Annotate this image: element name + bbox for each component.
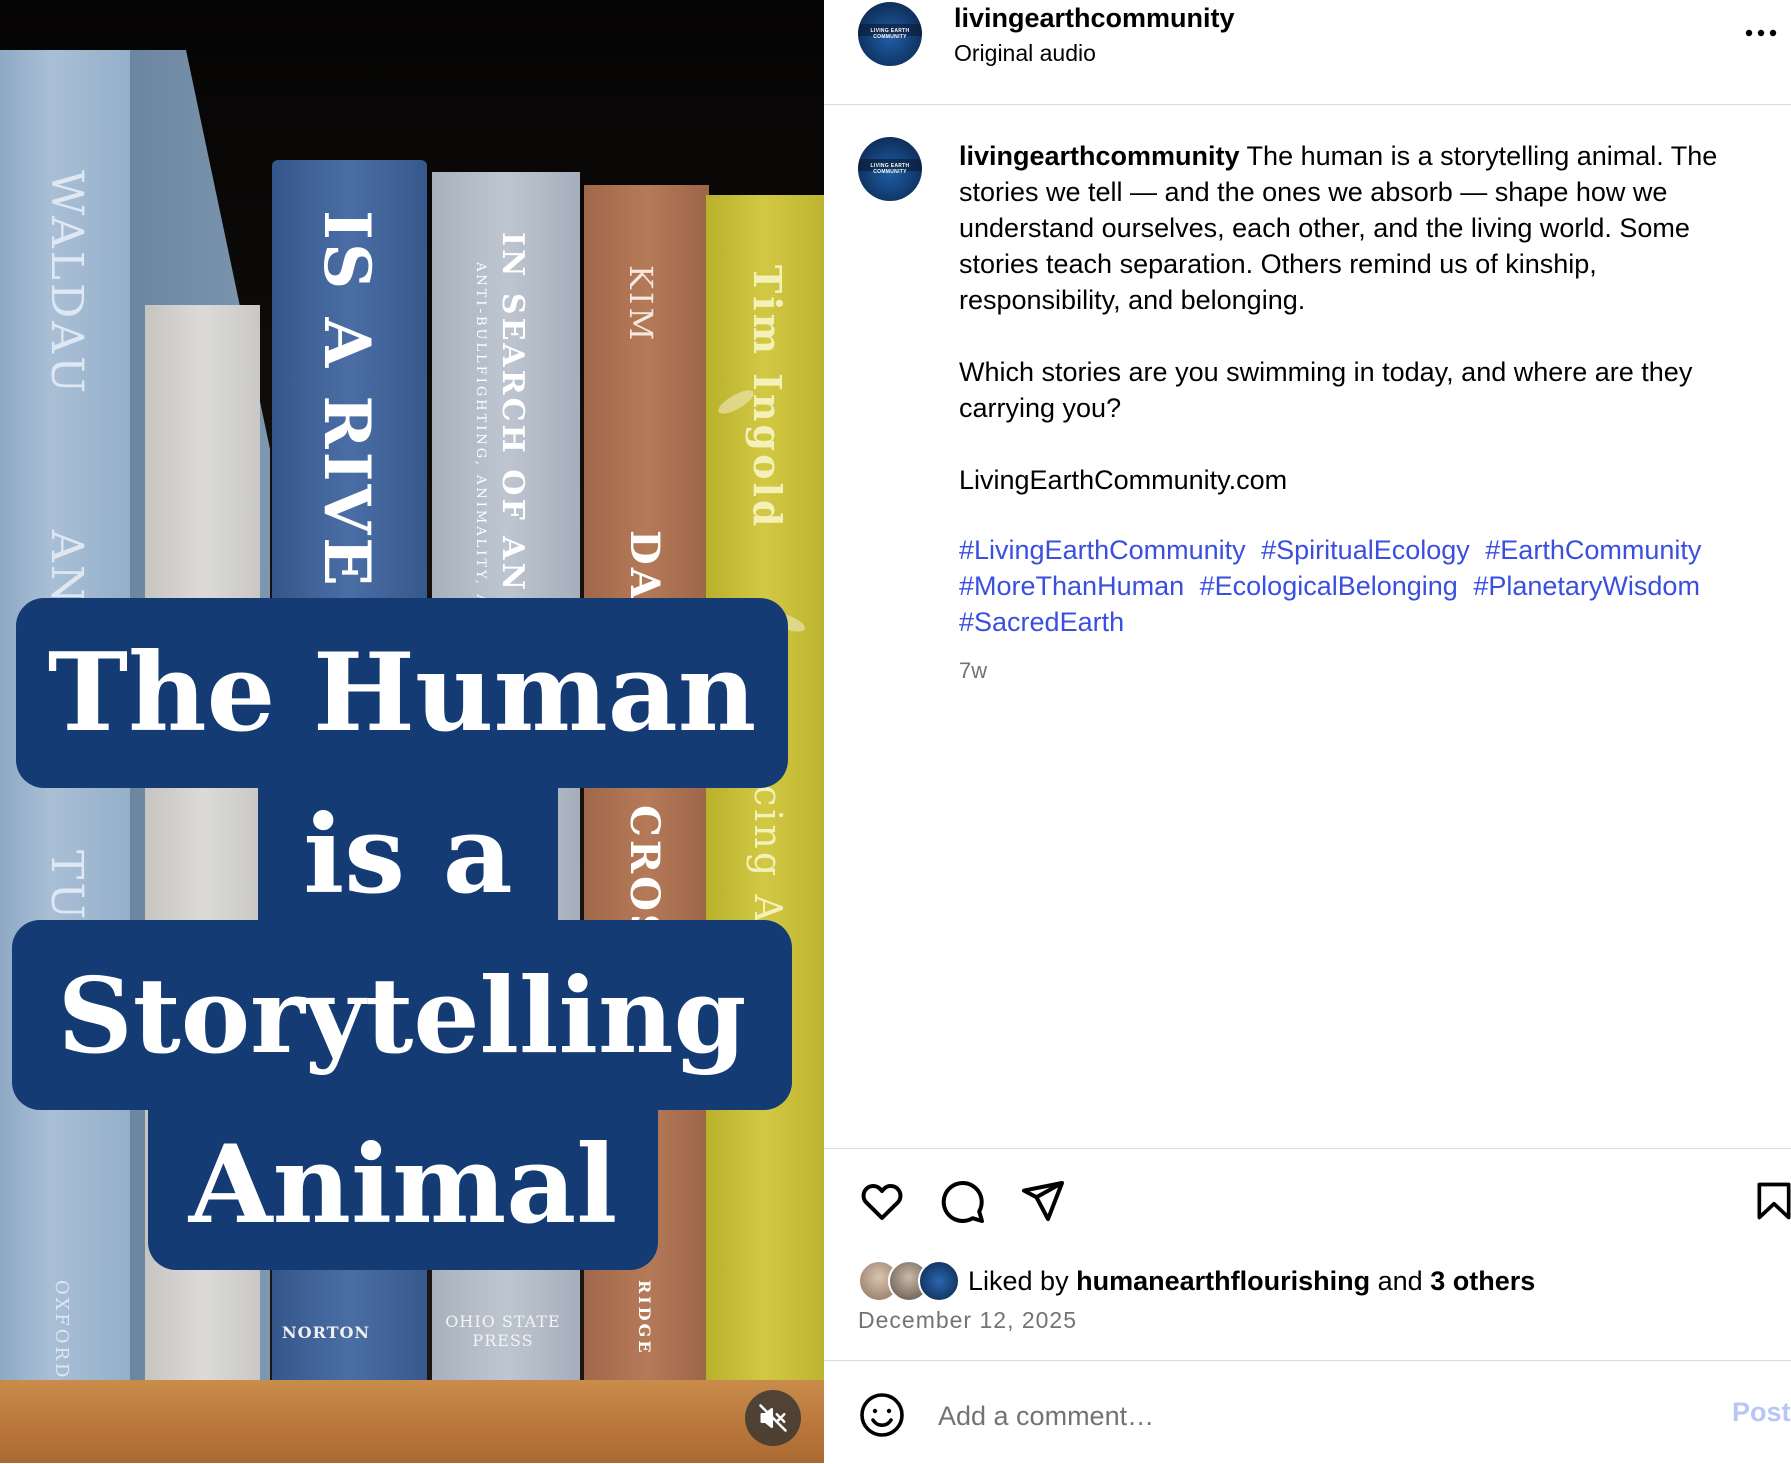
- original-audio-link[interactable]: Original audio: [954, 40, 1096, 67]
- more-options-icon[interactable]: [1744, 28, 1778, 38]
- post-header: LIVING EARTH COMMUNITY livingearthcommun…: [824, 0, 1791, 105]
- caption-username[interactable]: livingearthcommunity: [959, 141, 1240, 171]
- hashtag-link[interactable]: #MoreThanHuman: [959, 571, 1184, 601]
- reel-video[interactable]: WALDAU ANI TUD OXFORD IS A RIVE NORTON I…: [0, 0, 824, 1463]
- liked-by-prefix: Liked by: [968, 1265, 1069, 1296]
- hashtag-link[interactable]: #EarthCommunity: [1485, 535, 1701, 565]
- spine-label: IN SEARCH OF AN A: [495, 232, 530, 633]
- liked-by-others[interactable]: 3 others: [1430, 1266, 1535, 1296]
- header-username[interactable]: livingearthcommunity: [954, 3, 1235, 34]
- liker-avatar: [918, 1260, 960, 1302]
- likes-summary[interactable]: Liked by humanearthflourishing and 3 oth…: [858, 1259, 1535, 1303]
- caption-avatar[interactable]: LIVING EARTH COMMUNITY: [858, 137, 922, 201]
- avatar-label: LIVING EARTH COMMUNITY: [870, 163, 910, 175]
- spine-label: IS A RIVE: [309, 210, 384, 589]
- hashtag-link[interactable]: #SpiritualEcology: [1261, 535, 1470, 565]
- speaker-muted-icon: [759, 1404, 787, 1432]
- post-age[interactable]: 7w: [959, 658, 987, 684]
- spine-label: OHIO STATE PRESS: [445, 1312, 561, 1350]
- overlay-line-2: is a: [258, 780, 558, 930]
- caption-body: The human is a storytelling animal. The …: [959, 141, 1718, 495]
- likes-text: Liked by humanearthflourishing and 3 oth…: [968, 1266, 1535, 1297]
- spine-label: cing A: [746, 785, 790, 925]
- spine-label: OXFORD: [51, 1280, 72, 1380]
- comment-icon[interactable]: [938, 1177, 986, 1225]
- overlay-line-3: Storytelling: [12, 920, 792, 1110]
- emoji-icon[interactable]: [858, 1391, 906, 1439]
- post-comment-button[interactable]: Post: [1732, 1397, 1791, 1428]
- overlay-line-4: Animal: [148, 1100, 658, 1270]
- comment-bar: Post: [824, 1360, 1791, 1464]
- liked-by-and: and: [1377, 1265, 1423, 1296]
- caption-section: LIVING EARTH COMMUNITY livingearthcommun…: [824, 105, 1791, 1147]
- share-icon[interactable]: [1018, 1177, 1066, 1225]
- avatar-label: LIVING EARTH COMMUNITY: [870, 28, 910, 40]
- post-actions: Liked by humanearthflourishing and 3 oth…: [824, 1148, 1791, 1361]
- comment-input[interactable]: [936, 1395, 1640, 1437]
- spine-label: RIDGE: [635, 1280, 654, 1356]
- spine-label: Tim Ingold: [745, 265, 790, 530]
- post-panel: LIVING EARTH COMMUNITY livingearthcommun…: [824, 0, 1791, 1463]
- spine-label: DA: [621, 530, 668, 602]
- heart-icon[interactable]: [858, 1177, 906, 1225]
- spine-label: NORTON: [282, 1323, 371, 1342]
- hashtag-link[interactable]: #LivingEarthCommunity: [959, 535, 1246, 565]
- caption-text: livingearthcommunity The human is a stor…: [959, 138, 1759, 498]
- mute-toggle-button[interactable]: [745, 1390, 801, 1446]
- avatar[interactable]: LIVING EARTH COMMUNITY: [858, 2, 922, 66]
- spine-label: ANTI-BULLFIGHTING, ANIMALITY, A: [473, 262, 488, 607]
- hashtag-list: #LivingEarthCommunity #SpiritualEcology …: [959, 532, 1759, 640]
- overlay-line-1: The Human: [16, 598, 788, 788]
- spine-label: WALDAU: [41, 170, 92, 397]
- liked-by-user[interactable]: humanearthflourishing: [1076, 1266, 1370, 1296]
- spine-label: KIM: [622, 265, 660, 344]
- hashtag-link[interactable]: #SacredEarth: [959, 607, 1124, 637]
- hashtag-link[interactable]: #PlanetaryWisdom: [1473, 571, 1700, 601]
- post-date: December 12, 2025: [858, 1307, 1078, 1333]
- bookmark-icon[interactable]: [1752, 1177, 1791, 1225]
- shelf-wood: [0, 1380, 824, 1463]
- hashtag-link[interactable]: #EcologicalBelonging: [1200, 571, 1458, 601]
